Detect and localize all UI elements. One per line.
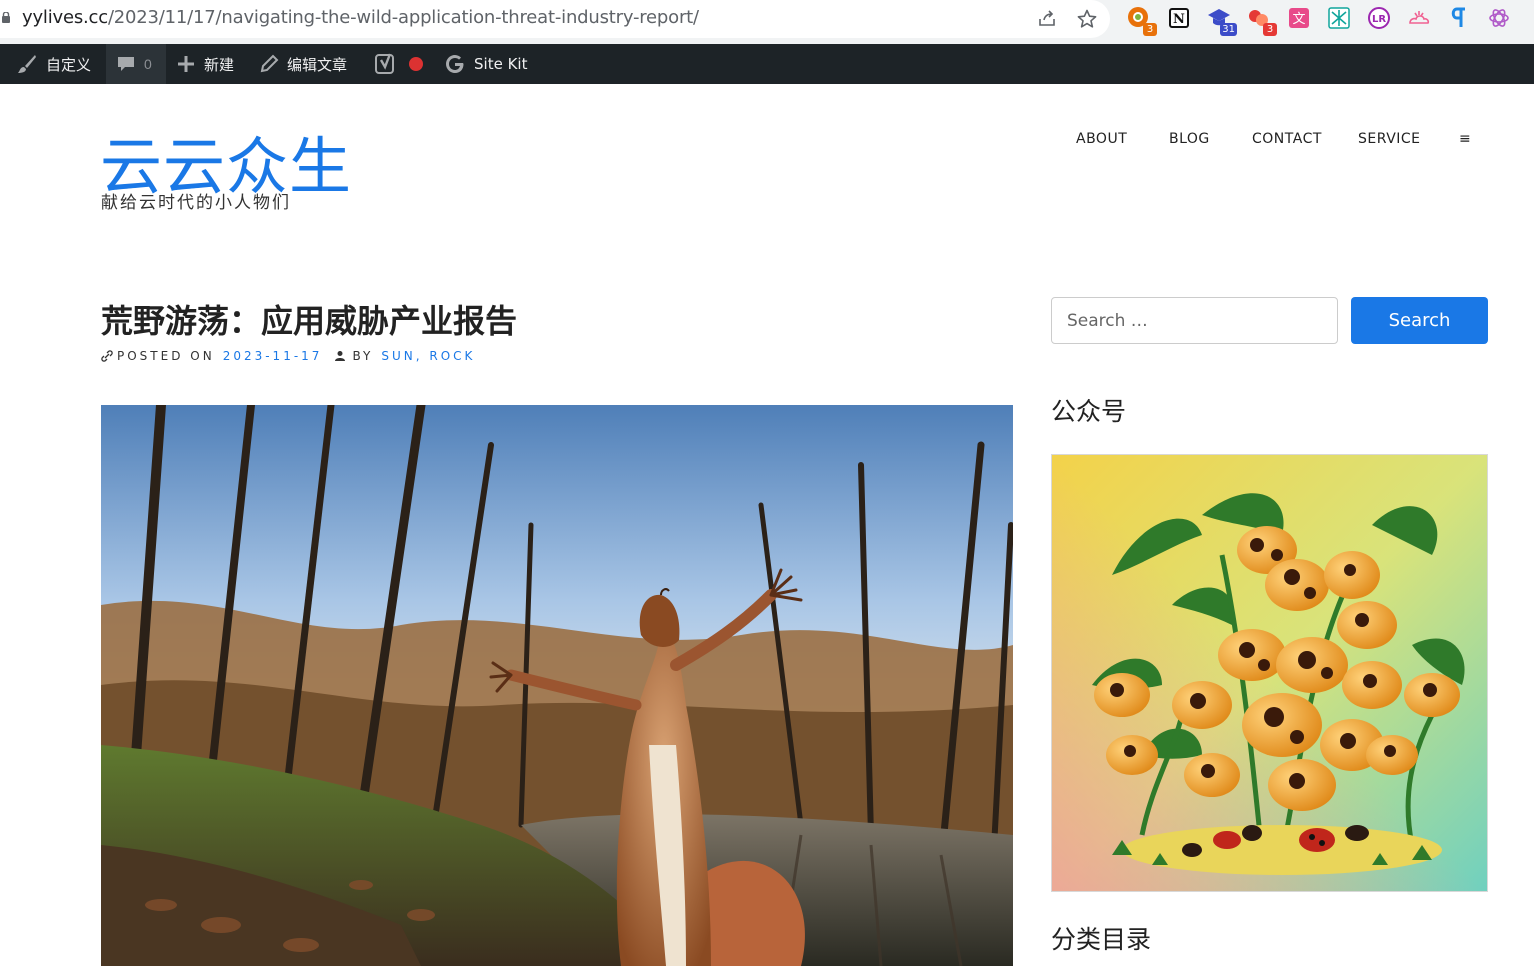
ext-lr-icon[interactable]: LR [1367, 6, 1391, 30]
pencil-icon [260, 54, 279, 73]
openai-icon[interactable] [1487, 6, 1511, 30]
url-domain: yylives.cc [22, 7, 108, 28]
wp-admin-bar: 自定义 0 新建 编辑文章 Site Kit [0, 44, 1534, 84]
comments-count: 0 [144, 56, 152, 72]
search-button[interactable]: Search [1351, 297, 1488, 344]
ext-grid-icon[interactable] [1327, 6, 1351, 30]
edit-post-label: 编辑文章 [287, 55, 348, 74]
site-description: 献给云时代的小人物们 [101, 193, 291, 213]
ext-badge: 31 [1220, 23, 1237, 36]
yoast-icon [375, 53, 394, 74]
new-label: 新建 [204, 55, 235, 74]
plus-icon [178, 56, 194, 72]
author-icon [335, 351, 346, 361]
post-date-link[interactable]: 2023-11-17 [223, 349, 323, 363]
site-kit-label: Site Kit [474, 55, 528, 73]
ext-grammar-icon[interactable]: 3 [1127, 6, 1157, 36]
address-bar[interactable]: yylives.cc/2023/11/17/navigating-the-wil… [0, 0, 1110, 38]
nav-item-blog[interactable]: BLOG [1169, 131, 1210, 147]
url-path: /2023/11/17/navigating-the-wild-applicat… [107, 7, 699, 28]
new-content-link[interactable]: 新建 [176, 44, 234, 84]
widget-title-wechat: 公众号 [1051, 397, 1127, 426]
graduation-cap-icon[interactable]: 31 [1207, 6, 1237, 36]
svg-text:LR: LR [1372, 14, 1386, 25]
site-kit-link[interactable]: Site Kit [444, 44, 527, 84]
widget-title-categories: 分类目录 [1051, 925, 1152, 954]
wechat-qr-image [1051, 454, 1488, 892]
url-text[interactable]: yylives.cc/2023/11/17/navigating-the-wil… [22, 7, 699, 28]
comments-link[interactable]: 0 [106, 44, 166, 84]
lock-icon [2, 12, 10, 23]
ext-circles-icon[interactable]: 3 [1247, 6, 1277, 36]
yoast-menu[interactable] [374, 44, 424, 84]
link-icon [101, 350, 113, 362]
notion-icon[interactable]: N [1167, 6, 1191, 30]
by-label: BY [352, 349, 374, 363]
ext-cloud-icon[interactable] [1407, 6, 1431, 30]
author-link[interactable]: SUN, ROCK [381, 349, 475, 363]
post-meta: POSTED ON 2023-11-17 BY SUN, ROCK [101, 349, 475, 363]
featured-image [101, 405, 1013, 966]
paintbrush-icon [18, 55, 36, 73]
customize-label: 自定义 [46, 55, 92, 74]
hamburger-menu-icon[interactable]: ≡ [1459, 131, 1471, 147]
ext-badge: 3 [1263, 23, 1277, 36]
post-title: 荒野游荡：应用威胁产业报告 [101, 302, 518, 340]
ext-pilcrow-icon[interactable] [1447, 6, 1471, 30]
browser-toolbar: yylives.cc/2023/11/17/navigating-the-wil… [0, 0, 1534, 44]
nav-item-service[interactable]: SERVICE [1358, 131, 1421, 147]
bookmark-star-icon[interactable] [1076, 8, 1098, 30]
customize-link[interactable]: 自定义 [16, 44, 91, 84]
google-g-icon [446, 55, 464, 73]
edit-post-link[interactable]: 编辑文章 [259, 44, 347, 84]
nav-item-about[interactable]: ABOUT [1076, 131, 1127, 147]
seo-status-dot-icon [409, 57, 423, 71]
share-icon[interactable] [1036, 8, 1058, 30]
comment-bubble-icon [118, 57, 134, 71]
svg-text:文: 文 [1292, 12, 1305, 27]
posted-on-label: POSTED ON [117, 349, 215, 363]
translate-icon[interactable]: 文 [1287, 6, 1311, 30]
nav-item-contact[interactable]: CONTACT [1252, 131, 1322, 147]
search-input[interactable] [1051, 297, 1338, 344]
svg-text:N: N [1173, 12, 1185, 27]
ext-badge: 3 [1143, 23, 1157, 36]
